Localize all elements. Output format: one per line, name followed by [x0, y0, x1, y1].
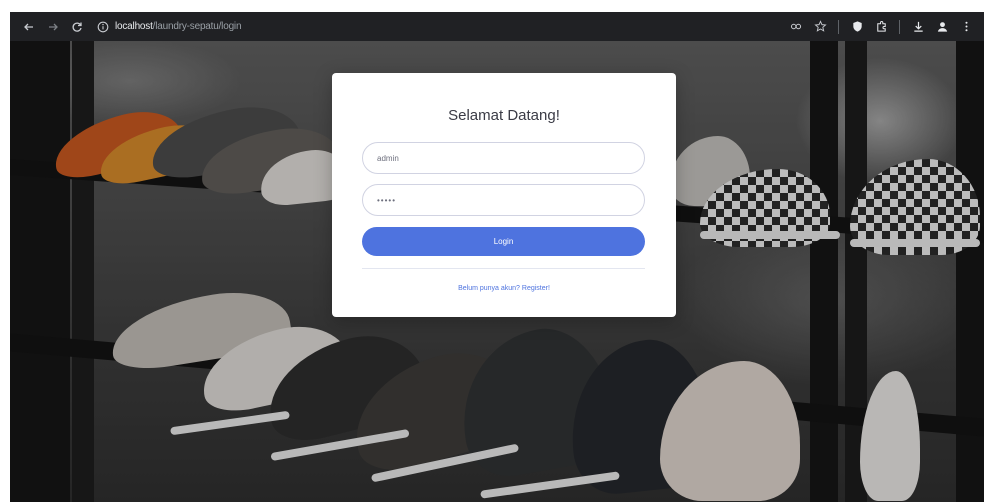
- login-card: Selamat Datang! Login Belum punya akun? …: [332, 73, 676, 317]
- password-key-button[interactable]: [786, 17, 806, 37]
- toolbar-divider: [838, 19, 839, 34]
- arrow-left-icon: [24, 23, 33, 30]
- reload-button[interactable]: [66, 16, 88, 38]
- address-bar[interactable]: localhost/laundry-sepatu/login: [96, 17, 246, 37]
- reload-icon: [72, 22, 82, 32]
- extensions-button[interactable]: [871, 17, 891, 37]
- shield-button[interactable]: [847, 17, 867, 37]
- forward-button[interactable]: [42, 16, 64, 38]
- profile-button[interactable]: [932, 17, 952, 37]
- toolbar-divider: [899, 19, 900, 34]
- password-input[interactable]: [362, 184, 645, 216]
- key-icon: [790, 23, 801, 30]
- shield-icon: [852, 21, 862, 32]
- register-link[interactable]: Belum punya akun? Register!: [362, 285, 646, 292]
- star-icon: [813, 20, 827, 32]
- browser-toolbar: localhost/laundry-sepatu/login: [10, 12, 984, 41]
- info-icon[interactable]: [96, 20, 110, 34]
- profile-icon: [937, 22, 947, 32]
- browser-actions: [786, 17, 976, 37]
- login-button[interactable]: Login: [362, 227, 645, 256]
- url-path: /laundry-sepatu/login: [152, 21, 242, 32]
- download-icon: [913, 21, 923, 32]
- puzzle-icon: [876, 20, 886, 32]
- back-button[interactable]: [18, 16, 40, 38]
- arrow-right-icon: [49, 23, 58, 30]
- kebab-menu-icon: [964, 21, 968, 32]
- url-host: localhost: [115, 21, 153, 32]
- download-button[interactable]: [908, 17, 928, 37]
- username-input[interactable]: [362, 142, 645, 174]
- card-divider: [362, 268, 645, 269]
- bookmark-button[interactable]: [810, 17, 830, 37]
- menu-button[interactable]: [956, 17, 976, 37]
- page-title: Selamat Datang!: [448, 107, 560, 124]
